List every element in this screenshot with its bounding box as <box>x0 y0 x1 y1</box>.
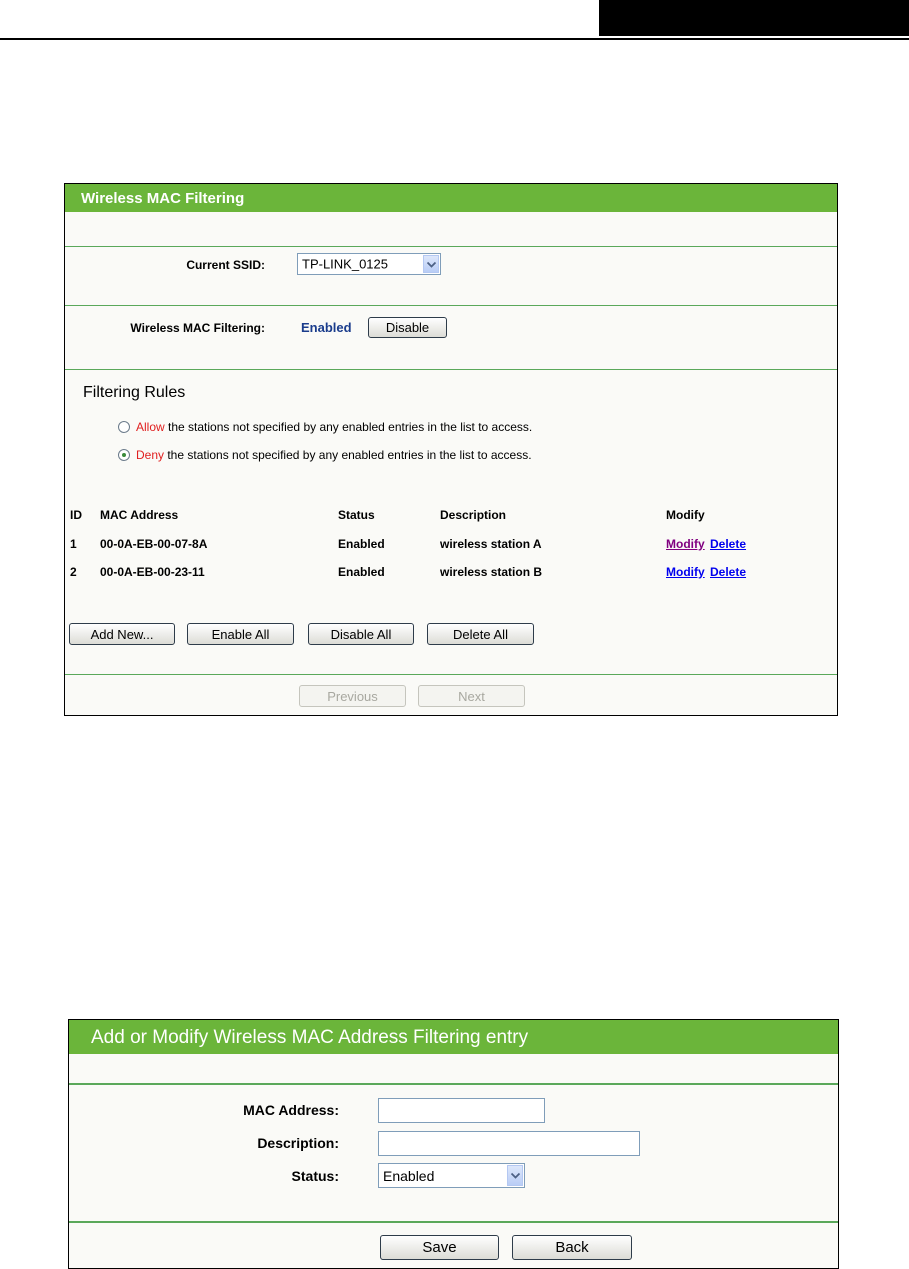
previous-button[interactable]: Previous <box>299 685 406 707</box>
deny-keyword: Deny <box>136 448 165 462</box>
divider <box>65 305 837 306</box>
ssid-select[interactable]: TP-LINK_0125 <box>297 253 441 275</box>
modify-link[interactable]: Modify <box>666 537 705 551</box>
row-status: Enabled <box>338 537 385 551</box>
panel-title: Wireless MAC Filtering <box>65 184 837 212</box>
delete-link[interactable]: Delete <box>710 537 746 551</box>
save-button[interactable]: Save <box>380 1235 499 1260</box>
description-label: Description: <box>257 1135 339 1151</box>
document-header-tab <box>599 0 909 36</box>
divider <box>65 369 837 370</box>
deny-rule-text: Deny the stations not specified by any e… <box>136 448 532 462</box>
allow-keyword: Allow <box>136 420 165 434</box>
enable-all-button[interactable]: Enable All <box>187 623 294 645</box>
status-select[interactable]: Enabled <box>378 1163 525 1188</box>
deny-rule-desc: the stations not specified by any enable… <box>164 448 532 462</box>
add-new-button[interactable]: Add New... <box>69 623 175 645</box>
chevron-down-icon[interactable] <box>507 1165 523 1186</box>
filtering-status: Enabled <box>301 320 352 335</box>
mac-filtering-panel: Wireless MAC Filtering Current SSID: TP-… <box>64 183 838 716</box>
next-button[interactable]: Next <box>418 685 525 707</box>
disable-all-button[interactable]: Disable All <box>308 623 414 645</box>
description-input[interactable] <box>378 1131 640 1156</box>
row-mac: 00-0A-EB-00-23-11 <box>100 565 205 579</box>
table-header-mac: MAC Address <box>100 508 179 522</box>
entry-panel: Add or Modify Wireless MAC Address Filte… <box>68 1019 839 1269</box>
table-header-modify: Modify <box>666 508 705 522</box>
mac-address-label: MAC Address: <box>243 1102 339 1118</box>
allow-radio[interactable] <box>118 421 130 433</box>
row-id: 2 <box>70 565 77 579</box>
row-id: 1 <box>70 537 77 551</box>
divider <box>69 1083 838 1085</box>
row-description: wireless station B <box>440 565 543 579</box>
table-header-id: ID <box>70 508 82 522</box>
document-header-rule <box>0 38 909 40</box>
table-header-description: Description <box>440 508 507 522</box>
divider <box>65 246 837 247</box>
allow-rule-desc: the stations not specified by any enable… <box>164 420 533 434</box>
row-mac: 00-0A-EB-00-07-8A <box>100 537 208 551</box>
table-header-status: Status <box>338 508 375 522</box>
mac-address-input[interactable] <box>378 1098 545 1123</box>
delete-link[interactable]: Delete <box>710 565 746 579</box>
panel-title: Add or Modify Wireless MAC Address Filte… <box>69 1020 838 1054</box>
modify-link[interactable]: Modify <box>666 565 705 579</box>
row-status: Enabled <box>338 565 385 579</box>
status-select-value: Enabled <box>383 1167 435 1184</box>
allow-rule-text: Allow the stations not specified by any … <box>136 420 532 434</box>
chevron-down-icon[interactable] <box>423 255 439 273</box>
deny-radio[interactable] <box>118 449 130 461</box>
filtering-rules-heading: Filtering Rules <box>83 384 186 401</box>
row-description: wireless station A <box>440 537 542 551</box>
status-label: Status: <box>291 1168 339 1184</box>
ssid-select-value: TP-LINK_0125 <box>302 256 388 272</box>
delete-all-button[interactable]: Delete All <box>427 623 534 645</box>
back-button[interactable]: Back <box>512 1235 632 1260</box>
divider <box>69 1221 838 1223</box>
divider <box>65 674 837 675</box>
filtering-label: Wireless MAC Filtering: <box>130 321 265 335</box>
disable-button[interactable]: Disable <box>368 317 447 338</box>
ssid-label: Current SSID: <box>186 258 265 272</box>
